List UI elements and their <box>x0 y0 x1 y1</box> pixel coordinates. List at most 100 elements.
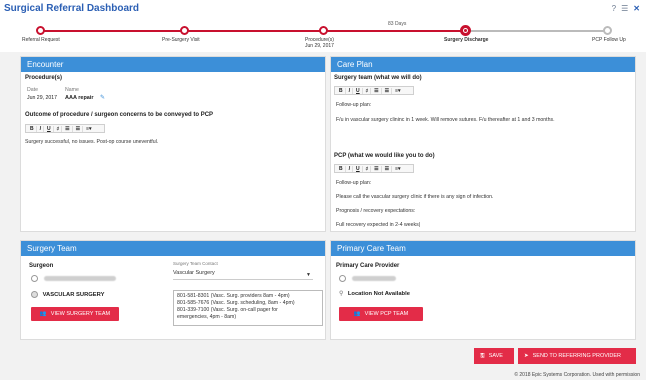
save-button[interactable]: 🖫 SAVE <box>474 348 514 364</box>
number-list-icon[interactable]: ☰ <box>74 125 84 132</box>
location-row: ⚲ Location Not Available <box>339 291 410 297</box>
pcp-plan-line[interactable]: Follow-up plan: <box>336 180 371 186</box>
stage-label: PCP Follow Up <box>592 37 626 43</box>
bullet-list-icon[interactable]: ☰ <box>63 125 73 132</box>
timeline-node-procedure[interactable] <box>319 26 328 35</box>
chevron-down-icon: ▼ <box>306 272 311 278</box>
edit-pencil-icon[interactable]: ✎ <box>100 94 105 101</box>
strike-icon[interactable]: ♯ <box>55 125 63 132</box>
strike-icon[interactable]: ♯ <box>364 165 372 172</box>
title-bar: Surgical Referral Dashboard ? ☰ ✕ <box>0 0 646 18</box>
surgery-plan-line[interactable]: F/u in vascular surgery clininc in 1 wee… <box>336 117 555 123</box>
avatar-icon <box>339 275 346 282</box>
phone-line: 801-581-8301 (Vasc. Surg. providers 8am … <box>177 293 290 299</box>
primary-care-panel: Primary Care Team Primary Care Provider … <box>330 240 636 340</box>
send-icon: ➤ <box>524 353 529 359</box>
bold-icon[interactable]: B <box>28 125 37 132</box>
timeline-progress <box>40 30 465 32</box>
contact-label: Surgery Team Contact <box>173 261 218 266</box>
surgery-team-panel: Surgery Team Surgeon VASCULAR SURGERY 👥 … <box>20 240 326 340</box>
app-title: Surgical Referral Dashboard <box>4 3 140 14</box>
team-icon: 👥 <box>39 311 47 317</box>
encounter-header: Encounter <box>21 57 325 72</box>
copyright-text: © 2018 Epic Systems Corporation. Used wi… <box>514 372 640 378</box>
view-surgery-team-label: VIEW SURGERY TEAM <box>50 311 111 317</box>
pcp-plan-line[interactable]: Please call the vascular surgery clinic … <box>336 194 493 200</box>
pcp-label: Primary Care Provider <box>336 263 400 269</box>
align-icon[interactable]: ≡▾ <box>393 166 402 172</box>
view-surgery-team-button[interactable]: 👥 VIEW SURGERY TEAM <box>31 307 119 321</box>
phone-line: 801-339-7100 (Vasc. Surg. on-call pager … <box>177 307 278 313</box>
underline-icon[interactable]: U <box>354 165 363 172</box>
contact-value: Vascular Surgery <box>173 270 215 276</box>
align-icon[interactable]: ≡▾ <box>84 126 93 132</box>
phone-line: 801-585-7676 (Vasc. Surg. scheduling, 8a… <box>177 300 295 306</box>
save-label: SAVE <box>488 353 503 359</box>
primary-care-header: Primary Care Team <box>331 241 635 256</box>
timeline-remaining <box>465 30 607 32</box>
timeline-node-pre-surgery[interactable] <box>180 26 189 35</box>
outcome-text[interactable]: Surgery successful, no issues. Post-op c… <box>25 139 158 145</box>
align-icon[interactable]: ≡▾ <box>393 88 402 94</box>
surgery-phone-list[interactable]: 801-581-8301 (Vasc. Surg. providers 8am … <box>173 290 323 326</box>
stage-label: Referral Request <box>22 37 60 43</box>
timeline-node-referral[interactable] <box>36 26 45 35</box>
location-pin-icon: ⚲ <box>339 291 344 297</box>
procedure-date: Jun 29, 2017 <box>27 95 57 101</box>
bold-icon[interactable]: B <box>337 87 346 94</box>
stage-label: Pre-Surgery Visit <box>162 37 200 43</box>
italic-icon[interactable]: I <box>38 125 45 132</box>
italic-icon[interactable]: I <box>347 165 354 172</box>
procedures-label: Procedure(s) <box>25 75 63 81</box>
timeline-node-pcp-follow-up[interactable] <box>603 26 612 35</box>
stage-label-procedure: Procedure(s) Jun 29, 2017 <box>305 37 334 49</box>
team-icon: 👥 <box>353 311 361 317</box>
days-label: 83 Days <box>388 21 407 27</box>
referral-timeline: 83 Days Referral Request Pre-Surgery Vis… <box>0 18 646 52</box>
window-controls: ? ☰ ✕ <box>612 4 640 13</box>
phone-line: emergencies, 4pm - 8am) <box>177 314 237 320</box>
send-to-referring-provider-button[interactable]: ➤ SEND TO REFERRING PROVIDER <box>518 348 636 364</box>
stage-date: Jun 29, 2017 <box>305 43 334 49</box>
surgery-dept: VASCULAR SURGERY <box>42 292 105 299</box>
pcp-plan-editor-toolbar: B I U ♯ ☰ ☰ ≡▾ <box>334 164 414 173</box>
surgery-team-plan-label: Surgery team (what we will do) <box>334 75 422 81</box>
send-label: SEND TO REFERRING PROVIDER <box>532 353 622 359</box>
surgeon-row <box>31 275 116 282</box>
col-date: Date <box>27 87 38 93</box>
close-icon[interactable]: ✕ <box>633 4 640 13</box>
view-pcp-team-button[interactable]: 👥 VIEW PCP TEAM <box>339 307 423 321</box>
department-icon <box>31 291 38 298</box>
stage-label: Surgery Discharge <box>444 37 489 43</box>
outcome-editor-toolbar: B I U ♯ ☰ ☰ ≡▾ <box>25 124 105 133</box>
menu-icon[interactable]: ☰ <box>621 4 628 13</box>
italic-icon[interactable]: I <box>347 87 354 94</box>
bullet-list-icon[interactable]: ☰ <box>372 87 382 94</box>
pcp-name-redacted <box>351 276 396 281</box>
pcp-location: Location Not Available <box>347 291 410 297</box>
bold-icon[interactable]: B <box>337 165 346 172</box>
strike-icon[interactable]: ♯ <box>364 87 372 94</box>
care-plan-panel: Care Plan Surgery team (what we will do)… <box>330 56 636 232</box>
pcp-plan-line[interactable]: Prognosis / recovery expectations: <box>336 208 415 214</box>
surgery-dept-row: VASCULAR SURGERY <box>31 291 104 298</box>
help-icon[interactable]: ? <box>612 4 616 13</box>
outcome-label: Outcome of procedure / surgeon concerns … <box>25 112 214 118</box>
pcp-plan-line[interactable]: Full recovery expected in 2-4 weeks| <box>336 222 420 228</box>
surgery-team-header: Surgery Team <box>21 241 325 256</box>
number-list-icon[interactable]: ☰ <box>383 87 393 94</box>
surgeon-label: Surgeon <box>29 263 54 269</box>
number-list-icon[interactable]: ☰ <box>383 165 393 172</box>
bullet-list-icon[interactable]: ☰ <box>372 165 382 172</box>
underline-icon[interactable]: U <box>45 125 54 132</box>
view-pcp-team-label: VIEW PCP TEAM <box>364 311 409 317</box>
surgery-contact-select[interactable]: Vascular Surgery ▼ <box>173 270 313 280</box>
encounter-panel: Encounter Procedure(s) Date Name Jun 29,… <box>20 56 326 232</box>
procedure-name: AAA repair <box>65 95 94 101</box>
surgery-plan-line[interactable]: Follow-up plan: <box>336 102 371 108</box>
pcp-plan-label: PCP (what we would like you to do) <box>334 153 435 159</box>
underline-icon[interactable]: U <box>354 87 363 94</box>
save-icon: 🖫 <box>480 352 485 359</box>
timeline-node-discharge[interactable] <box>460 25 471 36</box>
pcp-row <box>339 275 396 282</box>
